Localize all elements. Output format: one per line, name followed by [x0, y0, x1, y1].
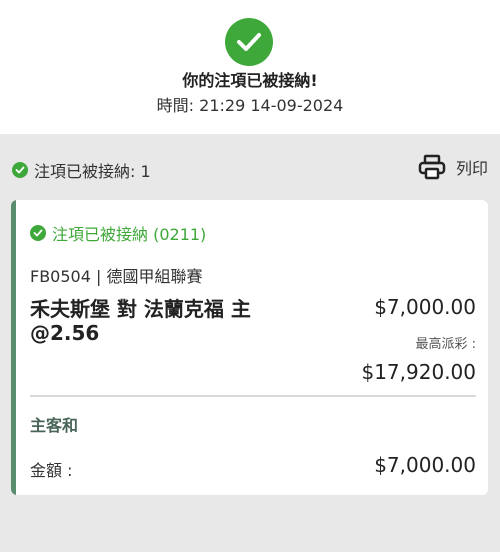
check-circle-icon [12, 162, 28, 178]
accepted-count-label: 注項已被接納: 1 [34, 162, 151, 181]
accepted-count: 注項已被接納: 1 [12, 158, 151, 182]
max-payout-value: $17,920.00 [361, 360, 476, 384]
bet-card: 注項已被接納 (0211) FB0504 | 德國甲組聯賽 禾夫斯堡 對 法蘭克… [11, 200, 488, 495]
divider [30, 395, 476, 397]
bet-status: 注項已被接納 (0211) [30, 221, 206, 245]
bet-status-label: 注項已被接納 (0211) [52, 225, 207, 244]
amount-label: 金額 : [30, 461, 73, 480]
league-info: FB0504 | 德國甲組聯賽 [30, 267, 203, 286]
confirmation-header: 你的注項已被接納! 時間: 21:29 14-09-2024 [0, 0, 500, 134]
amount-value: $7,000.00 [374, 453, 476, 477]
summary-bar: 注項已被接納: 1 列印 [0, 134, 500, 200]
check-circle-icon [30, 225, 46, 241]
bet-type: 主客和 [30, 416, 79, 435]
match-selection: 禾夫斯堡 對 法蘭克福 主@2.56 [30, 297, 251, 345]
confirmation-title: 你的注項已被接納! [182, 71, 318, 90]
print-button[interactable]: 列印 [418, 154, 488, 180]
card-accent-bar [11, 200, 16, 495]
print-label: 列印 [455, 159, 488, 178]
printer-icon [418, 154, 446, 180]
check-circle-icon [225, 18, 273, 66]
stake-amount: $7,000.00 [374, 295, 476, 319]
confirmation-time: 時間: 21:29 14-09-2024 [156, 96, 344, 115]
max-payout-label: 最高派彩 : [415, 337, 476, 352]
